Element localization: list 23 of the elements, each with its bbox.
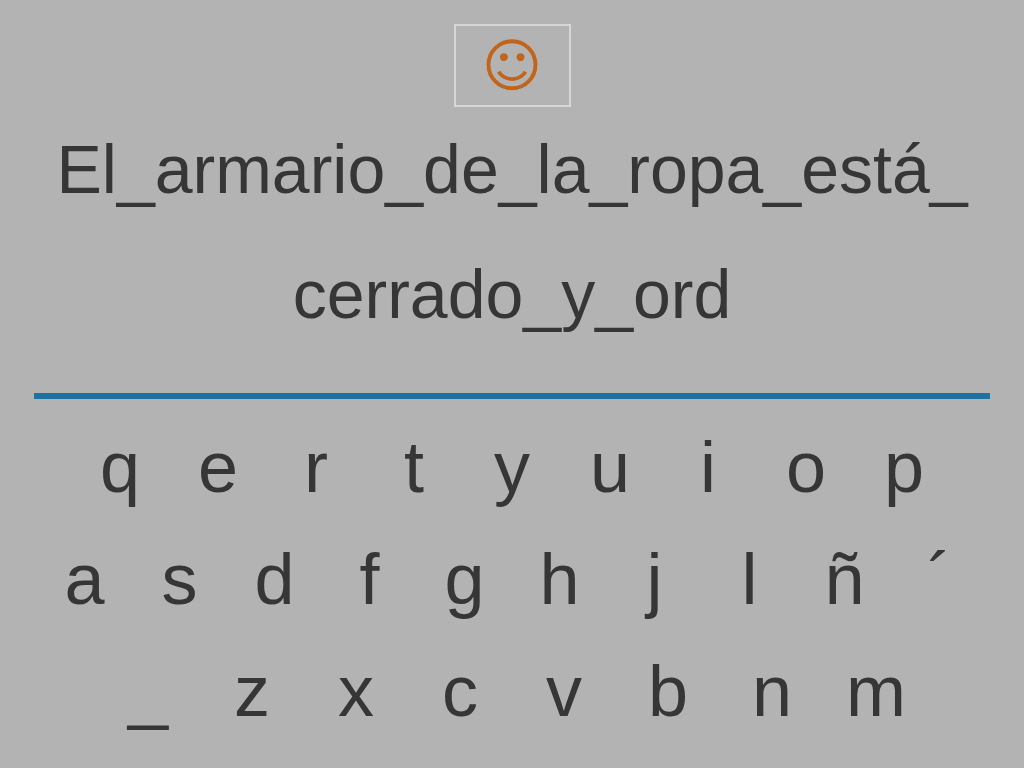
- letter-key[interactable]: d: [227, 543, 322, 615]
- letter-key[interactable]: z: [200, 655, 304, 727]
- letter-key[interactable]: ´: [892, 543, 987, 615]
- letter-key[interactable]: b: [616, 655, 720, 727]
- letter-key[interactable]: ñ: [797, 543, 892, 615]
- letter-key[interactable]: l: [702, 543, 797, 615]
- letter-key[interactable]: a: [37, 543, 132, 615]
- letter-key[interactable]: h: [512, 543, 607, 615]
- letter-key[interactable]: x: [304, 655, 408, 727]
- letter-key[interactable]: n: [720, 655, 824, 727]
- letter-key[interactable]: c: [408, 655, 512, 727]
- letter-key[interactable]: s: [132, 543, 227, 615]
- sentence-line: El_armario_de_la_ropa_está_: [56, 130, 968, 209]
- letter-key[interactable]: e: [169, 431, 267, 503]
- letter-key[interactable]: t: [365, 431, 463, 503]
- letter-key[interactable]: r: [267, 431, 365, 503]
- letter-key[interactable]: v: [512, 655, 616, 727]
- sentence-line: cerrado_y_ord: [291, 255, 733, 334]
- letter-key[interactable]: f: [322, 543, 417, 615]
- letter-key[interactable]: m: [824, 655, 928, 727]
- letter-key[interactable]: u: [561, 431, 659, 503]
- letter-key[interactable]: o: [757, 431, 855, 503]
- letter-key[interactable]: i: [659, 431, 757, 503]
